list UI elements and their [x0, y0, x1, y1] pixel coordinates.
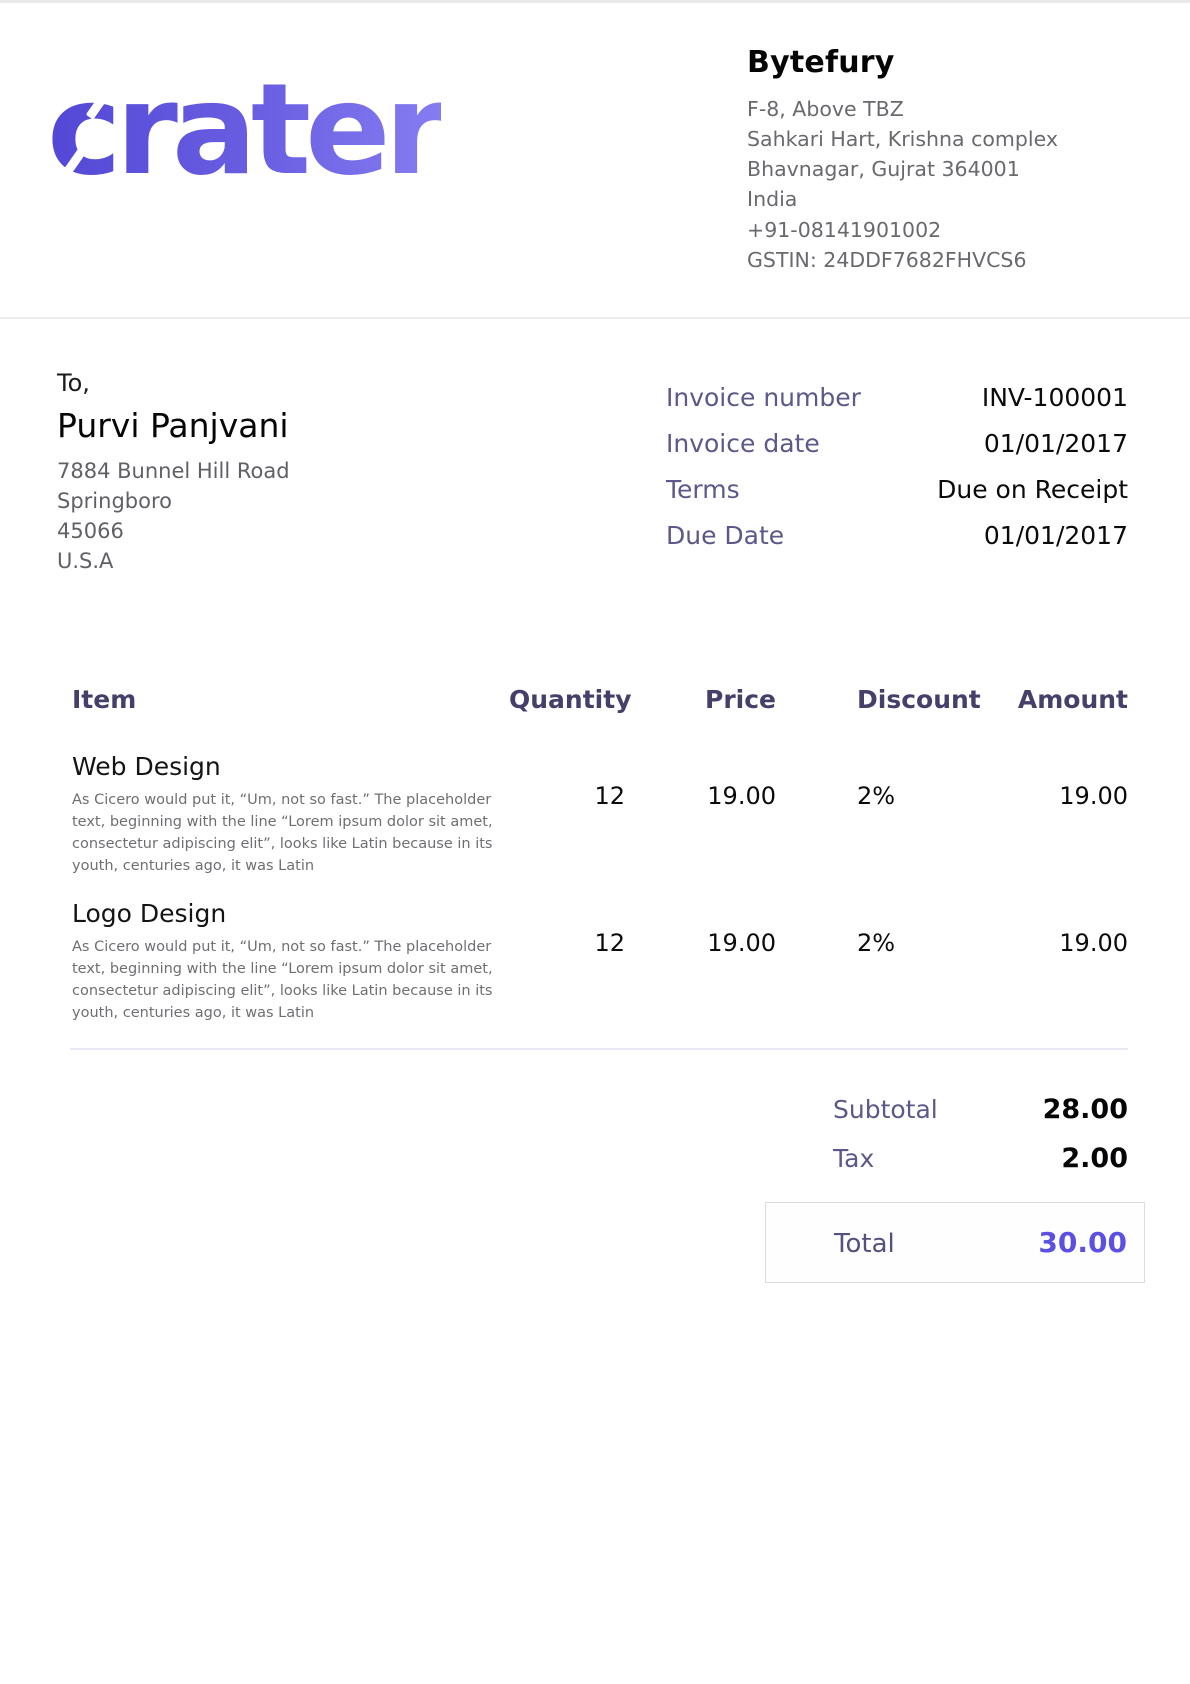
- item-name: Web Design: [72, 752, 509, 781]
- company-address-line: Sahkari Hart, Krishna complex: [747, 124, 1058, 154]
- due-date-value: 01/01/2017: [984, 521, 1128, 550]
- tax-label: Tax: [833, 1144, 874, 1173]
- billing-and-meta-section: To, Purvi Panjvani 7884 Bunnel Hill Road…: [0, 319, 1190, 577]
- item-cell: Logo Design As Cicero would put it, “Um,…: [72, 899, 509, 1024]
- logo-cut-decoration: [437, 113, 473, 159]
- company-address-line: India: [747, 184, 1058, 214]
- header-price: Price: [625, 685, 776, 714]
- customer-address-line: 45066: [57, 516, 290, 546]
- item-price: 19.00: [625, 899, 776, 1024]
- terms-row: Terms Due on Receipt: [666, 475, 1128, 504]
- company-address-line: Bhavnagar, Gujrat 364001: [747, 154, 1058, 184]
- total-value: 30.00: [1038, 1226, 1127, 1259]
- total-label: Total: [834, 1229, 895, 1259]
- tax-value: 2.00: [1061, 1143, 1128, 1174]
- item-price: 19.00: [625, 752, 776, 877]
- due-date-label: Due Date: [666, 521, 784, 550]
- invoice-number-label: Invoice number: [666, 383, 861, 412]
- customer-name: Purvi Panjvani: [57, 406, 290, 445]
- subtotal-label: Subtotal: [833, 1095, 938, 1124]
- invoice-number-value: INV-100001: [982, 383, 1128, 412]
- terms-value: Due on Receipt: [937, 475, 1128, 504]
- customer-address-line: 7884 Bunnel Hill Road: [57, 456, 290, 486]
- items-table: Item Quantity Price Discount Amount Web …: [0, 685, 1190, 1024]
- item-amount: 19.00: [961, 752, 1128, 877]
- company-info-block: Bytefury F-8, Above TBZ Sahkari Hart, Kr…: [747, 39, 1058, 275]
- company-address-line: F-8, Above TBZ: [747, 94, 1058, 124]
- header-amount: Amount: [961, 685, 1128, 714]
- bill-to-block: To, Purvi Panjvani 7884 Bunnel Hill Road…: [57, 369, 290, 577]
- invoice-meta-block: Invoice number INV-100001 Invoice date 0…: [666, 383, 1128, 577]
- crater-logo: crater: [47, 67, 441, 193]
- subtotal-value: 28.00: [1043, 1094, 1128, 1125]
- table-row: Logo Design As Cicero would put it, “Um,…: [72, 899, 1128, 1024]
- invoice-date-row: Invoice date 01/01/2017: [666, 429, 1128, 458]
- totals-section: Subtotal 28.00 Tax 2.00 Total 30.00: [765, 1094, 1145, 1283]
- item-discount: 2%: [776, 899, 961, 1024]
- invoice-date-value: 01/01/2017: [984, 429, 1128, 458]
- company-name: Bytefury: [747, 45, 1058, 80]
- invoice-header: crater Bytefury F-8, Above TBZ Sahkari H…: [0, 3, 1190, 319]
- invoice-number-row: Invoice number INV-100001: [666, 383, 1128, 412]
- items-table-header: Item Quantity Price Discount Amount: [72, 685, 1128, 714]
- terms-label: Terms: [666, 475, 740, 504]
- tax-row: Tax 2.00: [765, 1143, 1145, 1174]
- subtotal-row: Subtotal 28.00: [765, 1094, 1145, 1125]
- customer-address-line: Springboro: [57, 486, 290, 516]
- company-phone: +91-08141901002: [747, 215, 1058, 245]
- bill-to-label: To,: [57, 369, 290, 397]
- invoice-page: crater Bytefury F-8, Above TBZ Sahkari H…: [0, 0, 1190, 1684]
- item-cell: Web Design As Cicero would put it, “Um, …: [72, 752, 509, 877]
- item-discount: 2%: [776, 752, 961, 877]
- items-bottom-divider: [70, 1048, 1128, 1050]
- item-quantity: 12: [509, 752, 625, 877]
- due-date-row: Due Date 01/01/2017: [666, 521, 1128, 550]
- crater-logo-text: crater: [47, 56, 441, 203]
- header-discount: Discount: [776, 685, 961, 714]
- header-quantity: Quantity: [509, 685, 625, 714]
- item-quantity: 12: [509, 899, 625, 1024]
- company-gstin: GSTIN: 24DDF7682FHVCS6: [747, 245, 1058, 275]
- customer-address-line: U.S.A: [57, 546, 290, 576]
- item-amount: 19.00: [961, 899, 1128, 1024]
- header-item: Item: [72, 685, 509, 714]
- item-description: As Cicero would put it, “Um, not so fast…: [72, 936, 504, 1024]
- total-box: Total 30.00: [765, 1202, 1145, 1283]
- table-row: Web Design As Cicero would put it, “Um, …: [72, 752, 1128, 877]
- invoice-date-label: Invoice date: [666, 429, 820, 458]
- item-name: Logo Design: [72, 899, 509, 928]
- item-description: As Cicero would put it, “Um, not so fast…: [72, 789, 504, 877]
